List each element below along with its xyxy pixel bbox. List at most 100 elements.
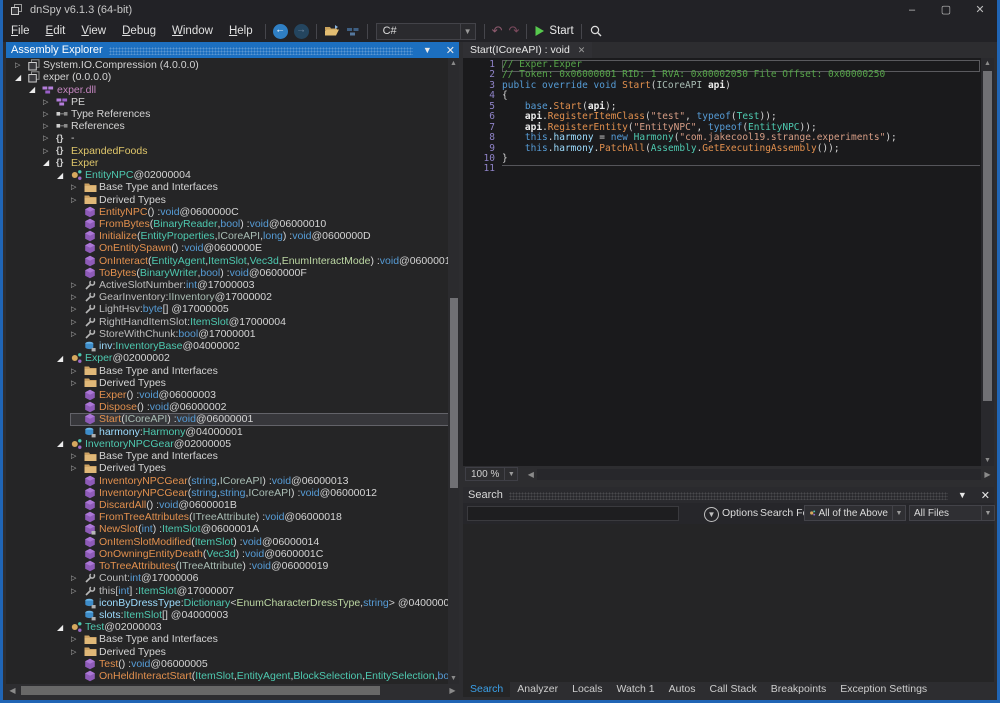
tool-tab-breakpoints[interactable]: Breakpoints — [764, 682, 833, 697]
tree-row[interactable]: ▷{ }- — [6, 132, 449, 144]
tree-row-content[interactable]: ▷Base Type and Interfaces — [70, 633, 449, 645]
scroll-right-arrow[interactable]: ▶ — [446, 686, 459, 695]
tree-row-content[interactable]: ▷PE — [42, 96, 449, 108]
search-results-area[interactable] — [463, 524, 994, 682]
code-editor[interactable]: 1// Exper.Exper2// Token: 0x06000001 RID… — [463, 58, 994, 466]
tree-row[interactable]: ▷ActiveSlotNumber : int @17000003 — [6, 279, 449, 291]
tree-row-content[interactable]: ◢EntityNPC @02000004 — [56, 169, 449, 181]
tree-row-content[interactable]: ▷References — [42, 120, 449, 132]
tree-row-content[interactable]: ▷Derived Types — [70, 193, 449, 205]
options-label[interactable]: Options — [722, 507, 758, 519]
expander-icon[interactable]: ▷ — [70, 318, 84, 326]
tree-row[interactable]: ▷References — [6, 120, 449, 132]
maximize-button[interactable]: ▢ — [929, 0, 963, 20]
tree-row[interactable]: ▷GearInventory : IInventory @17000002 — [6, 291, 449, 303]
tree-row[interactable]: InventoryNPCGear(string, ICoreAPI) : voi… — [6, 474, 449, 486]
tree-row-content[interactable]: ▷ActiveSlotNumber : int @17000003 — [70, 279, 449, 291]
tree-row[interactable]: ▷Base Type and Interfaces — [6, 450, 449, 462]
tree-row-content[interactable]: InventoryNPCGear(string, ICoreAPI) : voi… — [70, 474, 449, 486]
tree-row-content[interactable]: OnHeldInteractStart(ItemSlot, EntityAgen… — [70, 670, 459, 682]
tree-row-content[interactable]: slots : ItemSlot[] @04000003 — [70, 609, 449, 621]
tree-row-content[interactable]: ToBytes(BinaryWriter, bool) : void @0600… — [70, 267, 449, 279]
tree-row-content[interactable]: ▷LightHsv : byte[] @17000005 — [70, 303, 449, 315]
tree-row[interactable]: slots : ItemSlot[] @04000003 — [6, 609, 449, 621]
tree-row-selected[interactable]: Start(ICoreAPI) : void @06000001 — [70, 413, 449, 425]
tree-row[interactable]: FromTreeAttributes(ITreeAttribute) : voi… — [6, 511, 449, 523]
tree-row[interactable]: ▷System.IO.Compression (4.0.0.0) — [6, 59, 449, 71]
tree-row-content[interactable]: ▷Derived Types — [70, 462, 449, 474]
tree-row[interactable]: ◢exper (0.0.0.0) — [6, 71, 449, 83]
expander-icon[interactable]: ▷ — [70, 464, 84, 472]
undo-button[interactable]: ↶ — [489, 21, 506, 41]
tree-row[interactable]: ▷Type References — [6, 108, 449, 120]
tree-row[interactable]: FromBytes(BinaryReader, bool) : void @06… — [6, 218, 449, 230]
close-button[interactable]: ✕ — [963, 0, 997, 20]
tool-tab-exception-settings[interactable]: Exception Settings — [833, 682, 934, 697]
expander-icon[interactable]: ◢ — [56, 439, 70, 448]
tree-row[interactable]: ▷StoreWithChunk : bool @17000001 — [6, 328, 449, 340]
tree-vertical-scrollbar[interactable]: ▲ ▼ — [448, 58, 459, 684]
tree-row[interactable]: ◢exper.dll — [6, 83, 449, 95]
editor-horizontal-scrollbar[interactable] — [537, 469, 981, 480]
tree-row[interactable]: ▷Derived Types — [6, 646, 449, 658]
tree-row-content[interactable]: ▷{ }- — [42, 132, 449, 144]
options-chevron-icon[interactable]: ▼ — [704, 507, 719, 522]
tool-tab-watch-1[interactable]: Watch 1 — [610, 682, 662, 697]
tree-row-content[interactable]: ▷Base Type and Interfaces — [70, 450, 449, 462]
tree-row-content[interactable]: OnItemSlotModified(ItemSlot) : void @060… — [70, 536, 449, 548]
expander-icon[interactable]: ◢ — [28, 85, 42, 94]
tab-close-icon[interactable]: ✕ — [578, 45, 586, 56]
expander-icon[interactable]: ▷ — [70, 574, 84, 582]
menu-item-view[interactable]: View — [73, 25, 114, 37]
search-assemblies-button[interactable] — [586, 21, 606, 41]
open-file-button[interactable] — [321, 21, 343, 41]
zoom-level-combobox[interactable]: 100 % ▼ — [465, 467, 518, 481]
tree-row[interactable]: InventoryNPCGear(string, string, ICoreAP… — [6, 487, 449, 499]
tree-row[interactable]: iconByDressType : Dictionary<EnumCharact… — [6, 597, 449, 609]
tree-row[interactable]: inv : InventoryBase @04000002 — [6, 340, 449, 352]
tree-row-content[interactable]: ◢Exper @02000002 — [56, 352, 449, 364]
tree-row[interactable]: OnInteract(EntityAgent, ItemSlot, Vec3d,… — [6, 255, 449, 267]
code-line[interactable]: 11 — [463, 164, 981, 174]
scroll-left-arrow[interactable]: ◀ — [524, 470, 537, 479]
tree-row[interactable]: ▷this[int] : ItemSlot @17000007 — [6, 584, 449, 596]
panel-menu-button[interactable]: ▼ — [419, 45, 436, 55]
expander-icon[interactable]: ▷ — [70, 196, 84, 204]
tree-row[interactable]: EntityNPC() : void @0600000C — [6, 206, 449, 218]
expander-icon[interactable]: ▷ — [70, 281, 84, 289]
tree-row[interactable]: OnItemSlotModified(ItemSlot) : void @060… — [6, 536, 449, 548]
editor-vertical-scrollbar[interactable]: ▲ ▼ — [981, 58, 994, 466]
tree-row[interactable]: OnEntitySpawn() : void @0600000E — [6, 242, 449, 254]
menu-item-window[interactable]: Window — [164, 25, 221, 37]
tree-row[interactable]: ToTreeAttributes(ITreeAttribute) : void … — [6, 560, 449, 572]
tree-row[interactable]: OnHeldInteractStart(ItemSlot, EntityAgen… — [6, 670, 449, 682]
expander-icon[interactable]: ▷ — [42, 122, 56, 130]
search-input[interactable] — [467, 506, 679, 521]
tree-row[interactable]: ◢{ }Exper — [6, 157, 449, 169]
expander-icon[interactable]: ◢ — [42, 158, 56, 167]
tree-row[interactable]: Dispose() : void @06000002 — [6, 401, 449, 413]
navigate-forward-button[interactable]: → — [291, 21, 312, 41]
tree-row-content[interactable]: ◢exper (0.0.0.0) — [14, 71, 449, 83]
expander-icon[interactable]: ▷ — [42, 134, 56, 142]
tree-row[interactable]: Test() : void @06000005 — [6, 658, 449, 670]
tree-row-content[interactable]: FromTreeAttributes(ITreeAttribute) : voi… — [70, 511, 449, 523]
tree-row-content[interactable]: ▷{ }ExpandedFoods — [42, 145, 449, 157]
scroll-left-arrow[interactable]: ◀ — [6, 686, 19, 695]
tree-row[interactable]: ▷LightHsv : byte[] @17000005 — [6, 303, 449, 315]
expander-icon[interactable]: ▷ — [42, 98, 56, 106]
scroll-down-arrow[interactable]: ▼ — [981, 455, 994, 466]
menu-item-debug[interactable]: Debug — [114, 25, 164, 37]
tree-row-content[interactable]: ▷StoreWithChunk : bool @17000001 — [70, 328, 449, 340]
search-for-combobox[interactable]: All of the Above ▼ — [804, 505, 906, 521]
tree-row-content[interactable]: DiscardAll() : void @0600001B — [70, 499, 449, 511]
tree-row-content[interactable]: ▷RightHandItemSlot : ItemSlot @17000004 — [70, 316, 449, 328]
expander-icon[interactable]: ▷ — [70, 330, 84, 338]
tree-row[interactable]: ◢Test @02000003 — [6, 621, 449, 633]
tree-row[interactable]: ▷Base Type and Interfaces — [6, 633, 449, 645]
code-line[interactable]: 3public override void Start(ICoreAPI api… — [463, 81, 981, 91]
expander-icon[interactable]: ▷ — [14, 61, 28, 69]
tree-row-content[interactable]: ◢{ }Exper — [42, 157, 449, 169]
language-combobox[interactable]: C# ▼ — [376, 23, 476, 40]
tree-row-content[interactable]: InventoryNPCGear(string, string, ICoreAP… — [70, 487, 449, 499]
